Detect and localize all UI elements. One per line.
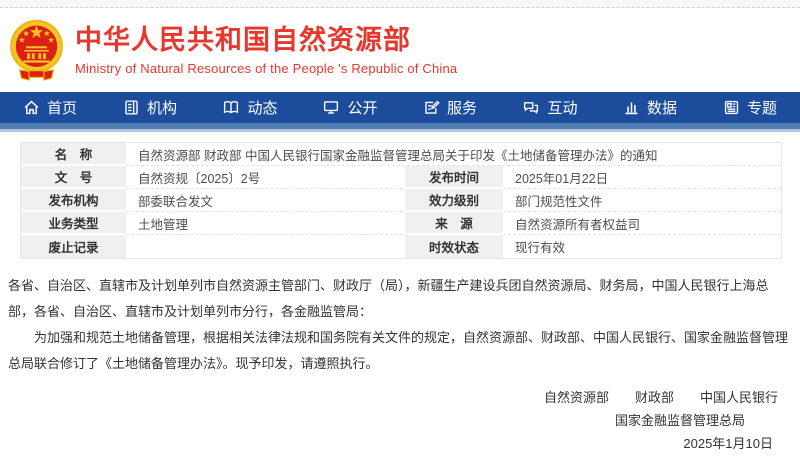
meta-label-publish-date: 发布时间 xyxy=(403,166,503,189)
meta-value-issuing-agency: 部委联合发文 xyxy=(126,189,403,212)
meta-value-repeal-record xyxy=(126,235,403,258)
organization-icon xyxy=(123,99,140,116)
disclosure-icon xyxy=(322,99,340,116)
nav-item-disclosure[interactable]: 公开 xyxy=(300,92,400,123)
nav-accent-strip-light xyxy=(0,129,800,132)
signature-agencies: 自然资源部 财政部 中国人民银行 xyxy=(0,386,800,409)
topics-icon xyxy=(723,99,740,116)
nav-item-news[interactable]: 动态 xyxy=(200,92,300,123)
meta-value-business-type: 土地管理 xyxy=(126,212,403,235)
meta-label-effect-level: 效力级别 xyxy=(403,189,503,212)
nav-item-label: 数据 xyxy=(647,97,677,118)
nav-item-organization[interactable]: 机构 xyxy=(100,92,200,123)
nav-item-interaction[interactable]: 互动 xyxy=(500,92,600,123)
nav-item-home[interactable]: 首页 xyxy=(0,92,100,123)
interaction-icon xyxy=(522,99,540,116)
table-row: 业务类型 土地管理 来 源 自然资源所有者权益司 xyxy=(21,212,781,235)
news-icon xyxy=(222,99,240,116)
meta-label-name: 名 称 xyxy=(21,143,126,166)
nav-item-label: 互动 xyxy=(547,97,577,118)
document-body: 各省、自治区、直辖市及计划单列市自然资源主管部门、财政厅（局），新疆生产建设兵团… xyxy=(8,273,792,377)
home-icon xyxy=(23,99,40,116)
site-header: 中华人民共和国自然资源部 Ministry of Natural Resourc… xyxy=(0,8,800,92)
nav-item-label: 动态 xyxy=(247,97,277,118)
meta-label-validity-status: 时效状态 xyxy=(403,235,503,258)
nav-item-label: 专题 xyxy=(747,97,777,118)
meta-value-source: 自然资源所有者权益司 xyxy=(503,212,781,235)
table-row: 废止记录 时效状态 现行有效 xyxy=(21,235,781,258)
table-row: 名 称 自然资源部 财政部 中国人民银行国家金融监督管理总局关于印发《土地储备管… xyxy=(21,143,781,166)
meta-label-issuing-agency: 发布机构 xyxy=(21,189,126,212)
table-row: 发布机构 部委联合发文 效力级别 部门规范性文件 xyxy=(21,189,781,212)
prc-national-emblem-icon xyxy=(8,18,65,82)
nav-item-label: 公开 xyxy=(347,97,377,118)
table-row: 文 号 自然资规〔2025〕2号 发布时间 2025年01月22日 xyxy=(21,166,781,189)
nav-item-label: 机构 xyxy=(147,97,177,118)
signature-block: 自然资源部 财政部 中国人民银行 国家金融监督管理总局 2025年1月10日 xyxy=(0,386,800,455)
meta-value-effect-level: 部门规范性文件 xyxy=(503,189,781,212)
nav-item-data[interactable]: 数据 xyxy=(600,92,700,123)
meta-value-name: 自然资源部 财政部 中国人民银行国家金融监督管理总局关于印发《土地储备管理办法》… xyxy=(126,143,781,166)
nav-item-service[interactable]: 服务 xyxy=(400,92,500,123)
data-icon xyxy=(623,99,640,116)
meta-label-source: 来 源 xyxy=(403,212,503,235)
nav-item-label: 首页 xyxy=(47,97,77,118)
meta-label-doc-number: 文 号 xyxy=(21,166,126,189)
top-border-strip xyxy=(0,0,800,8)
meta-label-business-type: 业务类型 xyxy=(21,212,126,235)
document-meta-table: 名 称 自然资源部 财政部 中国人民银行国家金融监督管理总局关于印发《土地储备管… xyxy=(20,142,782,259)
main-navigation: 首页 机构 动态 xyxy=(0,92,800,123)
meta-value-validity-status: 现行有效 xyxy=(503,235,781,258)
nav-item-topics[interactable]: 专题 xyxy=(700,92,800,123)
page: 中华人民共和国自然资源部 Ministry of Natural Resourc… xyxy=(0,0,800,456)
service-icon xyxy=(423,99,440,116)
meta-value-publish-date: 2025年01月22日 xyxy=(503,166,781,189)
nav-item-label: 服务 xyxy=(447,97,477,118)
header-titles: 中华人民共和国自然资源部 Ministry of Natural Resourc… xyxy=(75,24,457,76)
signature-agency-nfra: 国家金融监督管理总局 xyxy=(0,409,800,432)
site-title: 中华人民共和国自然资源部 xyxy=(75,24,457,58)
body-paragraph-recipients: 各省、自治区、直辖市及计划单列市自然资源主管部门、财政厅（局），新疆生产建设兵团… xyxy=(8,273,792,325)
site-subtitle-english: Ministry of Natural Resources of the Peo… xyxy=(75,61,457,76)
body-paragraph-main: 为加强和规范土地储备管理，根据相关法律法规和国务院有关文件的规定，自然资源部、财… xyxy=(8,325,792,377)
meta-label-repeal-record: 废止记录 xyxy=(21,235,126,258)
signature-date: 2025年1月10日 xyxy=(0,432,800,455)
meta-value-doc-number: 自然资规〔2025〕2号 xyxy=(126,166,403,189)
